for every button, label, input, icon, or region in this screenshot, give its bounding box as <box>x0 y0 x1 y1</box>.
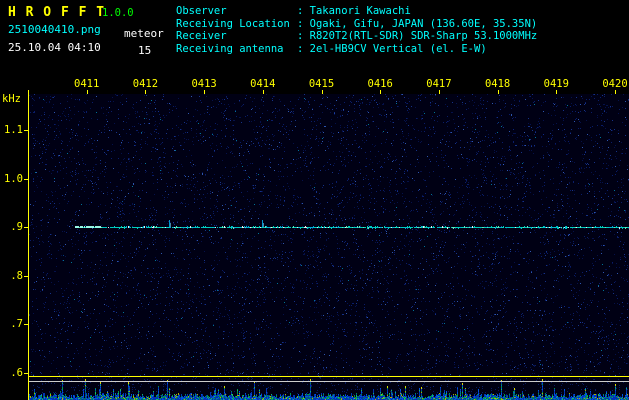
freq-tick-label: 1.1 <box>4 124 23 136</box>
info-label: Receiving Location <box>176 17 290 30</box>
freq-tick-label: .9 <box>10 221 23 233</box>
app-version: 1.0.0 <box>102 7 134 19</box>
info-label: Receiver <box>176 30 227 43</box>
y-axis-line <box>28 90 29 400</box>
time-tick-label: 0420 <box>602 78 628 90</box>
freq-tick-mark <box>24 373 28 374</box>
freq-tick-mark <box>24 179 28 180</box>
freq-tick-mark <box>24 276 28 277</box>
signal-level-canvas <box>29 377 629 400</box>
info-row: Receiver : R820T2(RTL-SDR) SDR-Sharp 53.1… <box>176 30 537 43</box>
time-tick-mark <box>556 90 558 94</box>
freq-unit-label: kHz <box>2 93 21 105</box>
spectrogram-canvas <box>29 94 629 376</box>
freq-tick-mark <box>24 324 28 325</box>
time-tick-mark <box>86 90 88 94</box>
info-row: Receiving antenna : 2el-HB9CV Vertical (e… <box>176 43 537 56</box>
echo-count: 15 <box>138 44 152 57</box>
info-value: : Takanori Kawachi <box>297 5 411 17</box>
info-value: : 2el-HB9CV Vertical (el. E-W) <box>297 42 487 55</box>
time-tick-label: 0415 <box>308 78 335 90</box>
time-tick-mark <box>145 90 147 94</box>
time-tick-label: 0412 <box>132 78 159 90</box>
info-label: Receiving antenna <box>176 42 284 55</box>
info-value: : R820T2(RTL-SDR) SDR-Sharp 53.1000MHz <box>297 30 538 43</box>
time-tick-mark <box>204 90 206 94</box>
info-label: Observer <box>176 5 227 17</box>
mode-label: meteor <box>124 27 164 40</box>
freq-tick-label: 1.0 <box>4 173 23 185</box>
observer-info-block: Observer: Takanori Kawachi Receiving Loca… <box>176 5 537 55</box>
info-row: Observer : Takanori Kawachi <box>176 5 537 18</box>
time-tick-mark <box>321 90 323 94</box>
time-tick-label: 0418 <box>484 78 511 90</box>
time-tick-mark <box>262 90 264 94</box>
app-title: H R O F F T <box>8 5 106 20</box>
freq-tick-label: .6 <box>10 367 23 379</box>
filename: 2510040410.png <box>8 23 101 36</box>
time-tick-mark <box>497 90 499 94</box>
time-tick-label: 0417 <box>426 78 452 90</box>
freq-tick-mark <box>24 130 28 131</box>
time-tick-mark <box>380 90 382 94</box>
time-tick-label: 0411 <box>74 78 100 90</box>
time-tick-mark <box>615 90 616 94</box>
time-tick-label: 0414 <box>250 78 276 90</box>
time-tick-mark <box>438 90 440 94</box>
freq-tick-label: .8 <box>10 270 23 282</box>
time-tick-label: 0413 <box>191 78 217 90</box>
freq-tick-mark <box>24 227 28 228</box>
time-tick-label: 0416 <box>367 78 393 90</box>
info-row: Receiving Location : Ogaki, Gifu, JAPAN (… <box>176 18 537 31</box>
info-value: : Ogaki, Gifu, JAPAN (136.60E, 35.35N) <box>297 17 538 30</box>
freq-tick-label: .7 <box>10 318 23 330</box>
time-tick-label: 0419 <box>543 78 569 90</box>
plot-bottom-border <box>28 376 629 377</box>
hrofft-spectrogram-image: H R O F F T 1.0.0 2510040410.png meteor … <box>0 0 629 400</box>
datetime: 25.10.04 04:10 <box>8 41 101 54</box>
